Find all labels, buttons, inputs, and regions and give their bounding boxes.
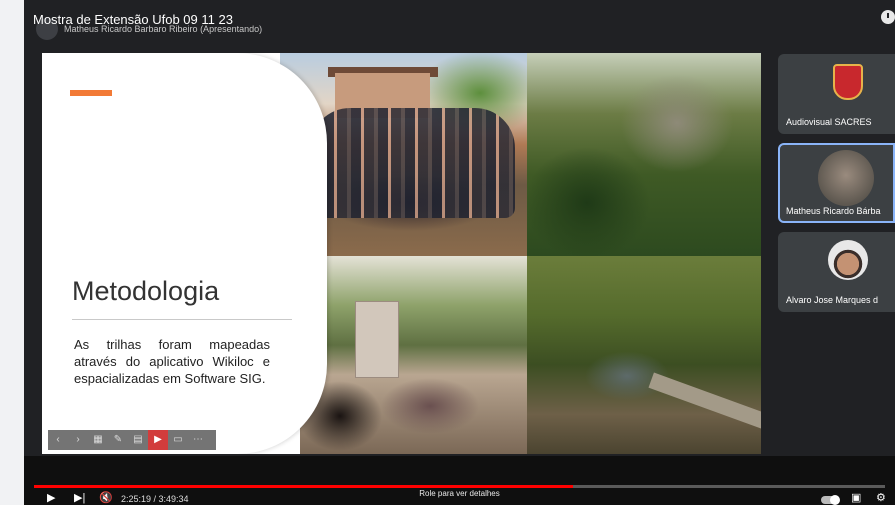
player-controls: Role para ver detalhes ▶ ▶| 🔇 2:25:19 / … xyxy=(24,456,895,505)
participant-name: Matheus Ricardo Bárba xyxy=(786,206,881,216)
slide-toolbar: ‹ › ▦ ✎ ▤ ▶ ▭ ⋯ xyxy=(48,430,216,450)
cave-photo xyxy=(527,53,761,256)
camera-icon[interactable]: ▶ xyxy=(148,430,168,450)
slide-body: As trilhas foram mapeadas através do apl… xyxy=(74,337,270,386)
meeting-photo xyxy=(300,256,527,454)
play-icon[interactable]: ▶ xyxy=(47,492,55,504)
participant-tile[interactable]: Alvaro Jose Marques d xyxy=(778,232,895,312)
time-display: 2:25:19 / 3:49:34 xyxy=(121,494,189,504)
next-video-icon[interactable]: ▶| xyxy=(74,492,85,504)
watch-later-icon[interactable] xyxy=(881,10,895,24)
participant-tile-active[interactable]: Matheus Ricardo Bárba xyxy=(778,143,895,223)
video-player[interactable]: Matheus Ricardo Barbaro Ribeiro (Apresen… xyxy=(24,0,895,505)
progress-played xyxy=(34,485,573,488)
captions-icon[interactable]: ▣ xyxy=(851,492,861,504)
progress-bar[interactable] xyxy=(34,485,885,488)
mute-icon[interactable]: 🔇 xyxy=(99,492,113,504)
slide-accent-bar xyxy=(70,90,112,96)
participant-name: Alvaro Jose Marques d xyxy=(786,295,879,305)
participant-name: Audiovisual SACRES xyxy=(786,117,872,127)
meeting-stage: Metodologia As trilhas foram mapeadas at… xyxy=(24,44,895,456)
stream-photo xyxy=(527,256,761,454)
slide-text-panel xyxy=(42,53,327,454)
slide-divider xyxy=(72,319,292,320)
presentation-slide: Metodologia As trilhas foram mapeadas at… xyxy=(42,53,761,454)
pen-icon[interactable]: ✎ xyxy=(108,430,128,450)
ufob-crest-logo xyxy=(833,64,863,100)
meet-header: Matheus Ricardo Barbaro Ribeiro (Apresen… xyxy=(24,0,895,44)
settings-icon[interactable]: ⚙ xyxy=(876,492,886,504)
avatar xyxy=(818,150,874,206)
video-title[interactable]: Mostra de Extensão Ufob 09 11 23 xyxy=(33,12,233,27)
participant-tile[interactable]: Audiovisual SACRES xyxy=(778,54,895,134)
avatar xyxy=(828,240,868,280)
slide-title: Metodologia xyxy=(72,276,220,306)
slides-grid-icon[interactable]: ▦ xyxy=(88,430,108,450)
next-slide-icon[interactable]: › xyxy=(68,430,88,450)
subtitles-icon[interactable]: ▤ xyxy=(128,430,148,450)
screen-share-icon[interactable]: ▭ xyxy=(168,430,188,450)
more-options-icon[interactable]: ⋯ xyxy=(188,430,208,450)
previous-slide-icon[interactable]: ‹ xyxy=(48,430,68,450)
autoplay-toggle[interactable] xyxy=(821,495,840,505)
